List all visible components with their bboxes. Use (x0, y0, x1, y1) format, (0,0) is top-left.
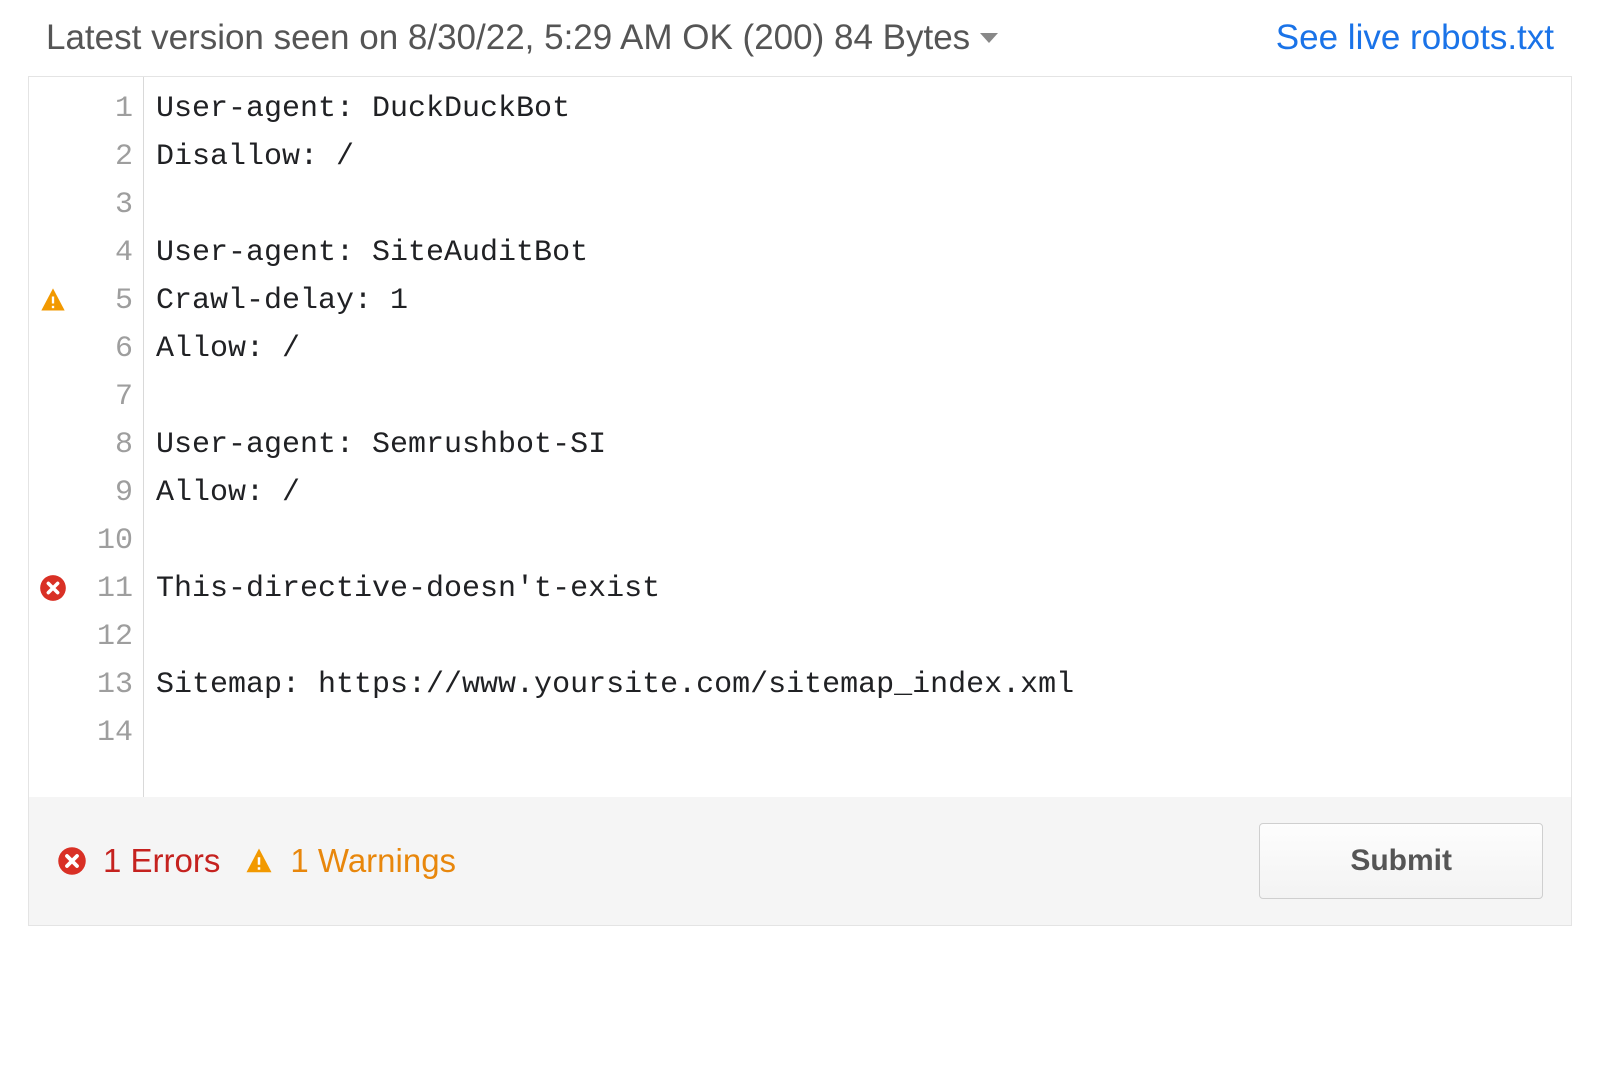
line-number-gutter: 1234567891011121314 (29, 77, 144, 797)
header-row: Latest version seen on 8/30/22, 5:29 AM … (28, 18, 1572, 76)
status-counts: 1 Errors 1 Warnings (57, 842, 456, 880)
version-dropdown[interactable]: Latest version seen on 8/30/22, 5:29 AM … (46, 18, 998, 58)
code-line[interactable]: Crawl-delay: 1 (156, 277, 1571, 325)
line-number: 12 (29, 613, 143, 661)
line-number: 11 (29, 565, 143, 613)
code-line[interactable]: Disallow: / (156, 133, 1571, 181)
line-number: 2 (29, 133, 143, 181)
line-number: 1 (29, 85, 143, 133)
warning-icon (244, 846, 274, 876)
warnings-label: Warnings (318, 842, 456, 879)
editor-footer: 1 Errors 1 Warnings Submit (29, 797, 1571, 925)
code-line[interactable] (156, 373, 1571, 421)
code-line[interactable]: User-agent: DuckDuckBot (156, 85, 1571, 133)
line-number: 14 (29, 709, 143, 757)
code-line[interactable]: Allow: / (156, 325, 1571, 373)
error-icon (39, 574, 69, 604)
chevron-down-icon (980, 33, 998, 43)
code-line[interactable]: User-agent: SiteAuditBot (156, 229, 1571, 277)
code-line[interactable] (156, 181, 1571, 229)
code-line[interactable] (156, 517, 1571, 565)
line-number: 13 (29, 661, 143, 709)
code-line[interactable]: Allow: / (156, 469, 1571, 517)
code-line[interactable]: This-directive-doesn't-exist (156, 565, 1571, 613)
warnings-count: 1 (290, 842, 308, 879)
code-line[interactable]: User-agent: Semrushbot-SI (156, 421, 1571, 469)
submit-button[interactable]: Submit (1259, 823, 1543, 899)
code-line[interactable] (156, 709, 1571, 757)
see-live-robots-link[interactable]: See live robots.txt (1276, 18, 1554, 58)
line-number: 3 (29, 181, 143, 229)
code-editor[interactable]: 1234567891011121314 User-agent: DuckDuck… (29, 77, 1571, 797)
line-number: 8 (29, 421, 143, 469)
line-number: 6 (29, 325, 143, 373)
version-label: Latest version seen on 8/30/22, 5:29 AM … (46, 18, 970, 58)
errors-count: 1 (103, 842, 121, 879)
errors-label: Errors (131, 842, 221, 879)
line-number: 9 (29, 469, 143, 517)
line-number: 4 (29, 229, 143, 277)
line-number: 10 (29, 517, 143, 565)
error-icon (57, 846, 87, 876)
line-number: 7 (29, 373, 143, 421)
code-line[interactable]: Sitemap: https://www.yoursite.com/sitema… (156, 661, 1571, 709)
line-number: 5 (29, 277, 143, 325)
code-line[interactable] (156, 613, 1571, 661)
code-content[interactable]: User-agent: DuckDuckBotDisallow: / User-a… (144, 77, 1571, 797)
warning-icon (39, 286, 69, 316)
editor-panel: 1234567891011121314 User-agent: DuckDuck… (28, 76, 1572, 926)
